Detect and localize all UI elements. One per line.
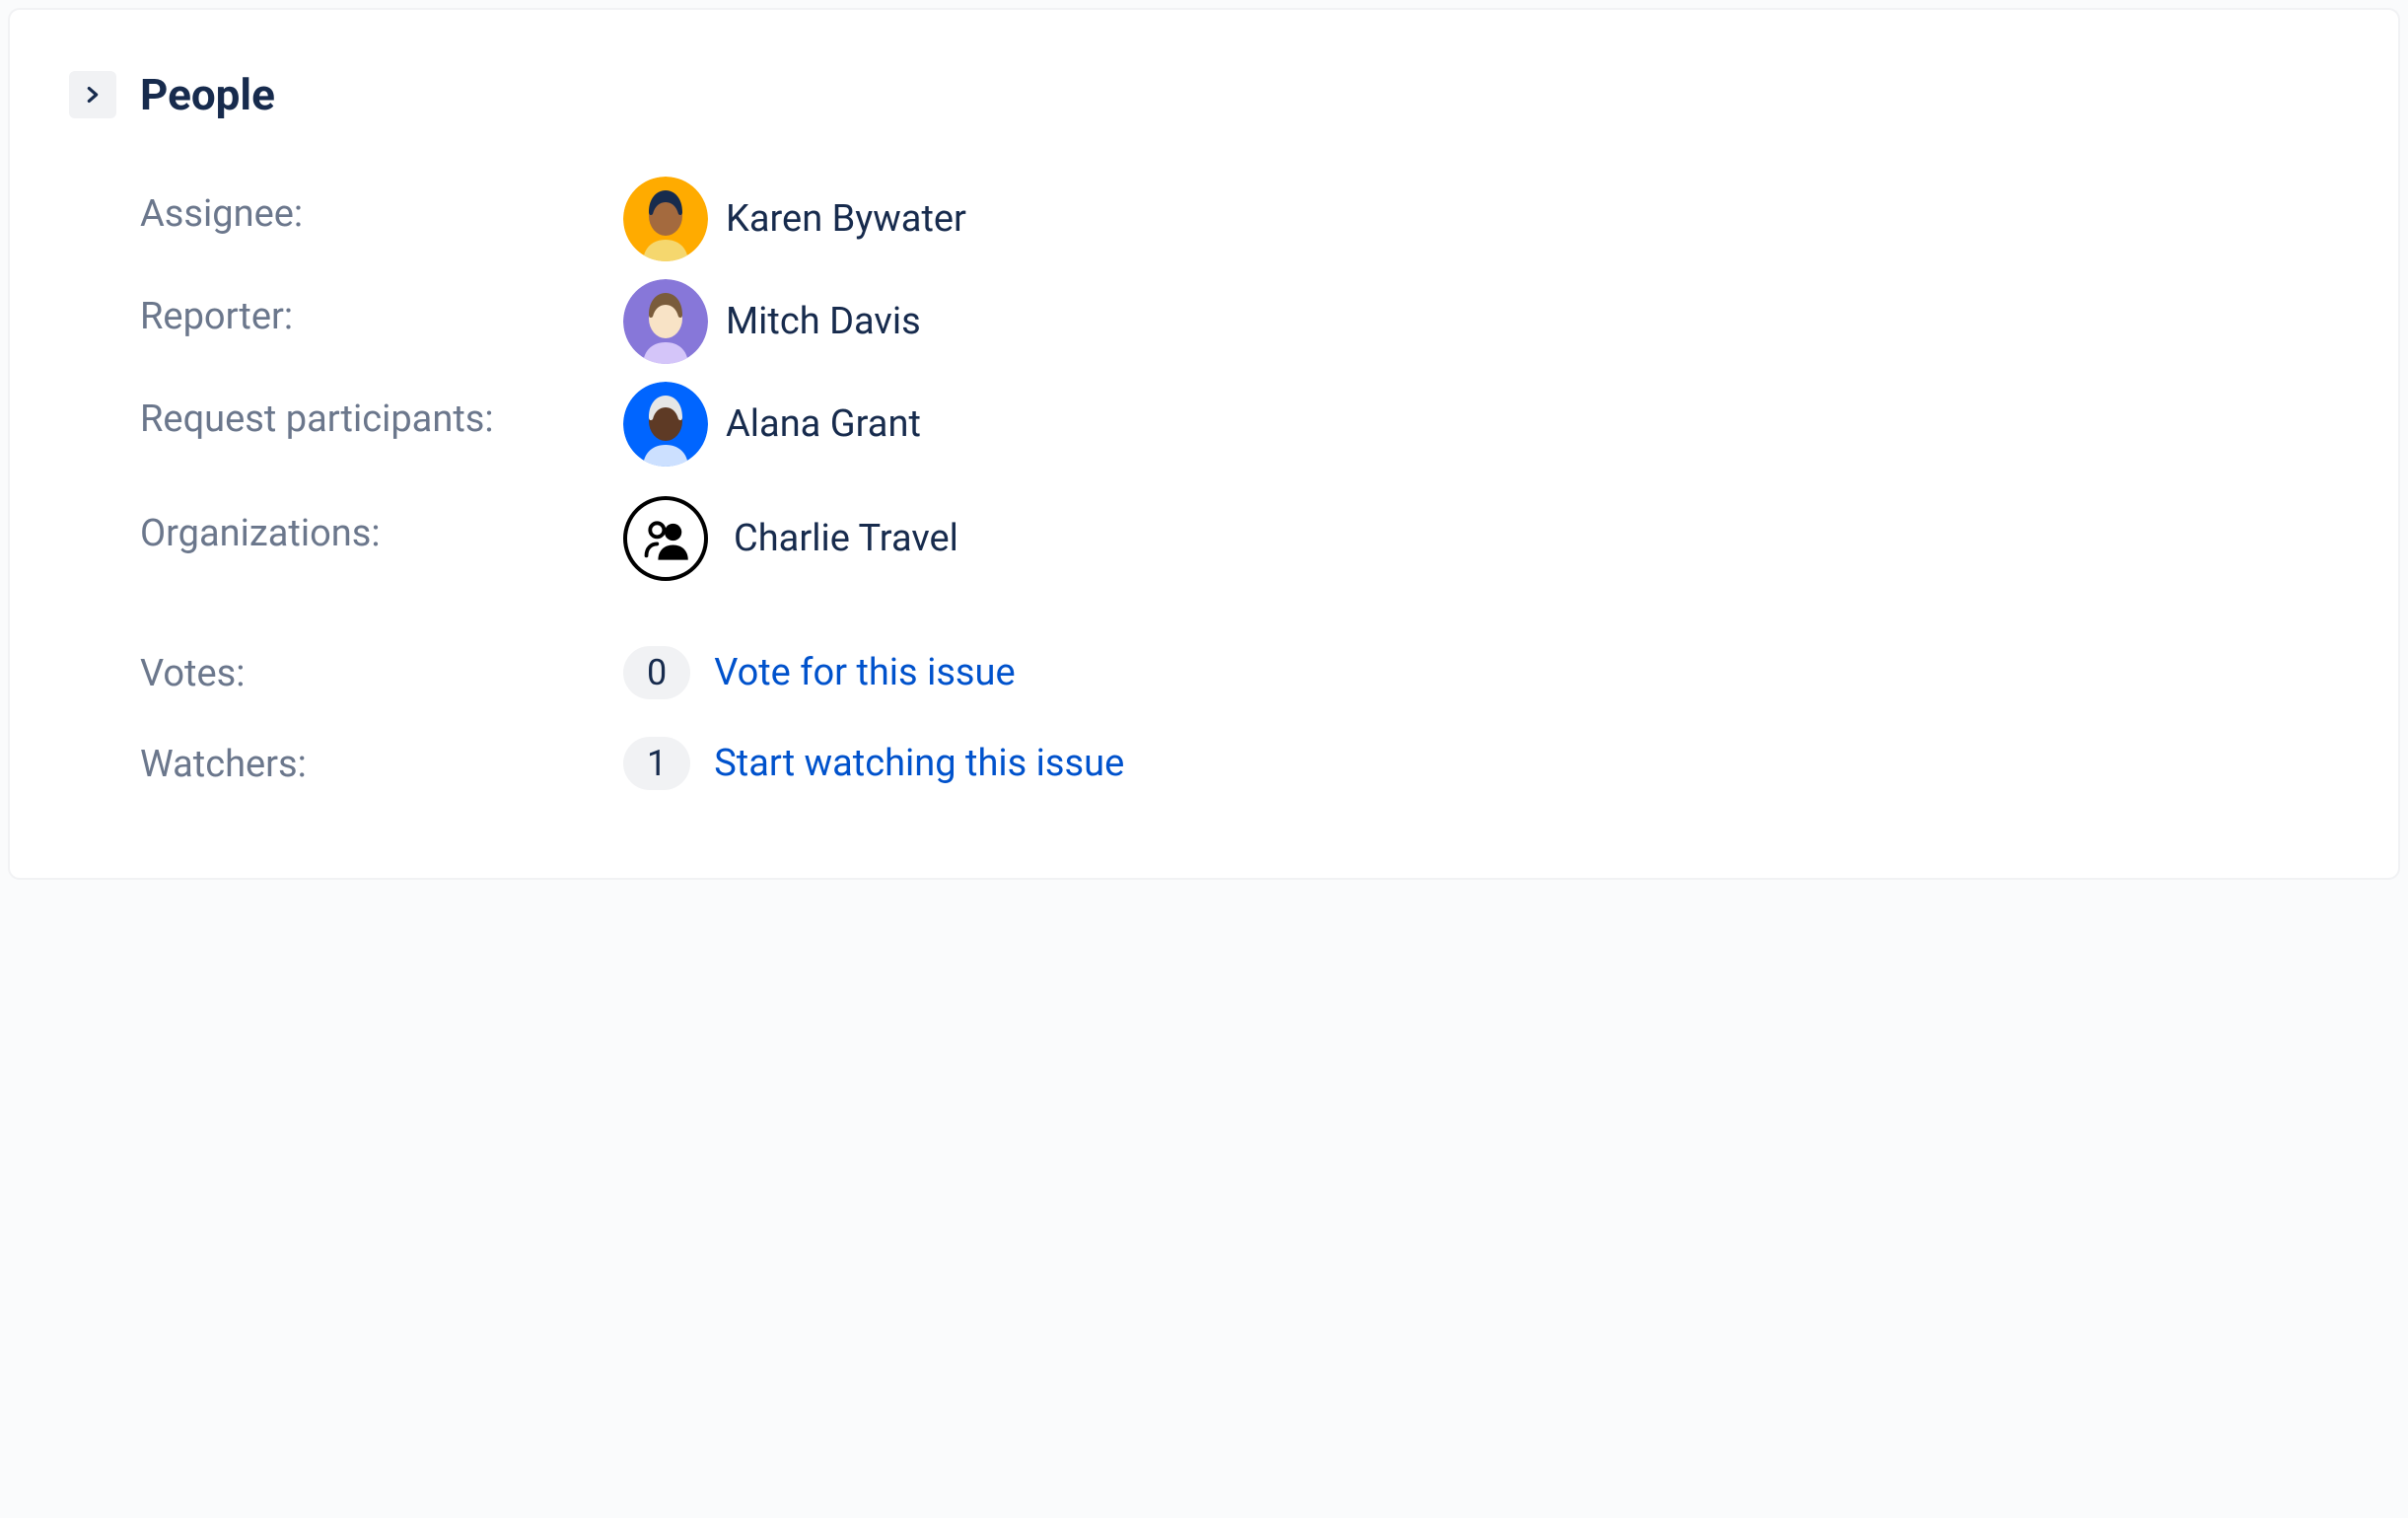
organizations-label: Organizations: bbox=[140, 487, 623, 561]
watchers-label: Watchers: bbox=[140, 728, 623, 792]
watchers-count: 1 bbox=[623, 737, 690, 790]
assignee-value[interactable]: Karen Bywater bbox=[623, 168, 966, 270]
votes-count: 0 bbox=[623, 646, 690, 699]
assignee-name: Karen Bywater bbox=[726, 197, 966, 241]
reporter-value[interactable]: Mitch Davis bbox=[623, 270, 921, 373]
section-header[interactable]: People bbox=[69, 69, 2339, 120]
reporter-label: Reporter: bbox=[140, 270, 623, 344]
organization-icon bbox=[623, 496, 708, 581]
organizations-row: Organizations: Charlie Travel bbox=[69, 487, 2339, 590]
expand-toggle[interactable] bbox=[69, 71, 116, 118]
votes-row: Votes: 0 Vote for this issue bbox=[69, 637, 2339, 708]
spacer bbox=[69, 590, 2339, 637]
watch-link[interactable]: Start watching this issue bbox=[714, 742, 1124, 785]
organization-name: Charlie Travel bbox=[734, 517, 958, 560]
votes-label: Votes: bbox=[140, 637, 623, 701]
chevron-right-icon bbox=[82, 84, 104, 106]
participant-name: Alana Grant bbox=[726, 402, 921, 446]
avatar bbox=[623, 279, 708, 364]
section-title: People bbox=[140, 69, 275, 120]
people-panel: People Assignee: Karen Bywater Reporter:… bbox=[8, 8, 2400, 880]
assignee-label: Assignee: bbox=[140, 168, 623, 242]
avatar bbox=[623, 382, 708, 467]
reporter-name: Mitch Davis bbox=[726, 300, 921, 343]
field-list: Assignee: Karen Bywater Reporter: Mitch … bbox=[69, 168, 2339, 799]
votes-value: 0 Vote for this issue bbox=[623, 637, 1016, 708]
participants-row: Request participants: Alana Grant bbox=[69, 373, 2339, 475]
vote-link[interactable]: Vote for this issue bbox=[714, 651, 1015, 694]
watchers-value: 1 Start watching this issue bbox=[623, 728, 1124, 799]
assignee-row: Assignee: Karen Bywater bbox=[69, 168, 2339, 270]
avatar bbox=[623, 177, 708, 261]
organizations-value[interactable]: Charlie Travel bbox=[623, 487, 958, 590]
participants-value[interactable]: Alana Grant bbox=[623, 373, 921, 475]
participants-label: Request participants: bbox=[140, 373, 623, 447]
watchers-row: Watchers: 1 Start watching this issue bbox=[69, 728, 2339, 799]
reporter-row: Reporter: Mitch Davis bbox=[69, 270, 2339, 373]
